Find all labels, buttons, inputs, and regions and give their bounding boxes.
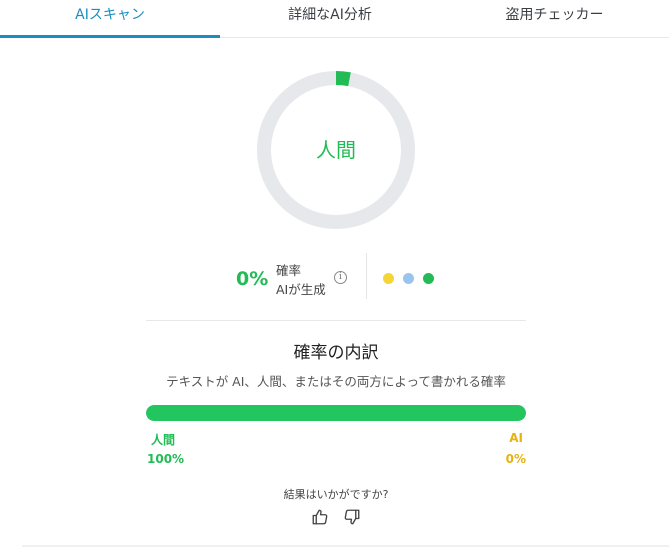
tab-plagiarism-checker[interactable]: 盗用チェッカー — [440, 0, 669, 37]
legend-dot-green — [423, 273, 434, 284]
tab-ai-scan[interactable]: AIスキャン — [0, 0, 220, 38]
legend-dot-blue — [403, 273, 414, 284]
legend-dot-yellow — [383, 273, 394, 284]
info-icon[interactable]: i — [334, 271, 347, 284]
probability-bar-human-fill — [146, 405, 526, 421]
breakdown-subtitle: テキストが AI、人間、またはその両方によって書かれる確率 — [166, 374, 506, 389]
probability-bar — [146, 405, 526, 421]
vertical-divider — [366, 253, 367, 299]
ai-label: AI — [509, 431, 523, 445]
desc-line1: 確率 — [276, 263, 302, 278]
thumbs-down-icon[interactable] — [343, 508, 361, 526]
ai-percent-description: 確率 AIが生成 — [276, 261, 326, 299]
tab-bar: AIスキャン 詳細なAI分析 盗用チェッカー — [0, 0, 669, 38]
ai-value: 0% — [505, 452, 526, 466]
breakdown-title: 確率の内訳 — [293, 343, 379, 363]
desc-line2: AIが生成 — [276, 282, 326, 297]
feedback-question: 結果はいかがですか? — [283, 488, 389, 501]
stats-row: 0% 確率 AIが生成 i — [0, 253, 669, 305]
thumbs-up-icon[interactable] — [311, 508, 329, 526]
tab-detailed-ai-analysis[interactable]: 詳細なAI分析 — [220, 0, 440, 37]
result-label: 人間 — [316, 138, 356, 162]
human-value: 100% — [147, 452, 185, 466]
human-label: 人間 — [151, 433, 176, 447]
section-divider — [146, 320, 526, 321]
ai-percent: 0% — [236, 268, 269, 290]
